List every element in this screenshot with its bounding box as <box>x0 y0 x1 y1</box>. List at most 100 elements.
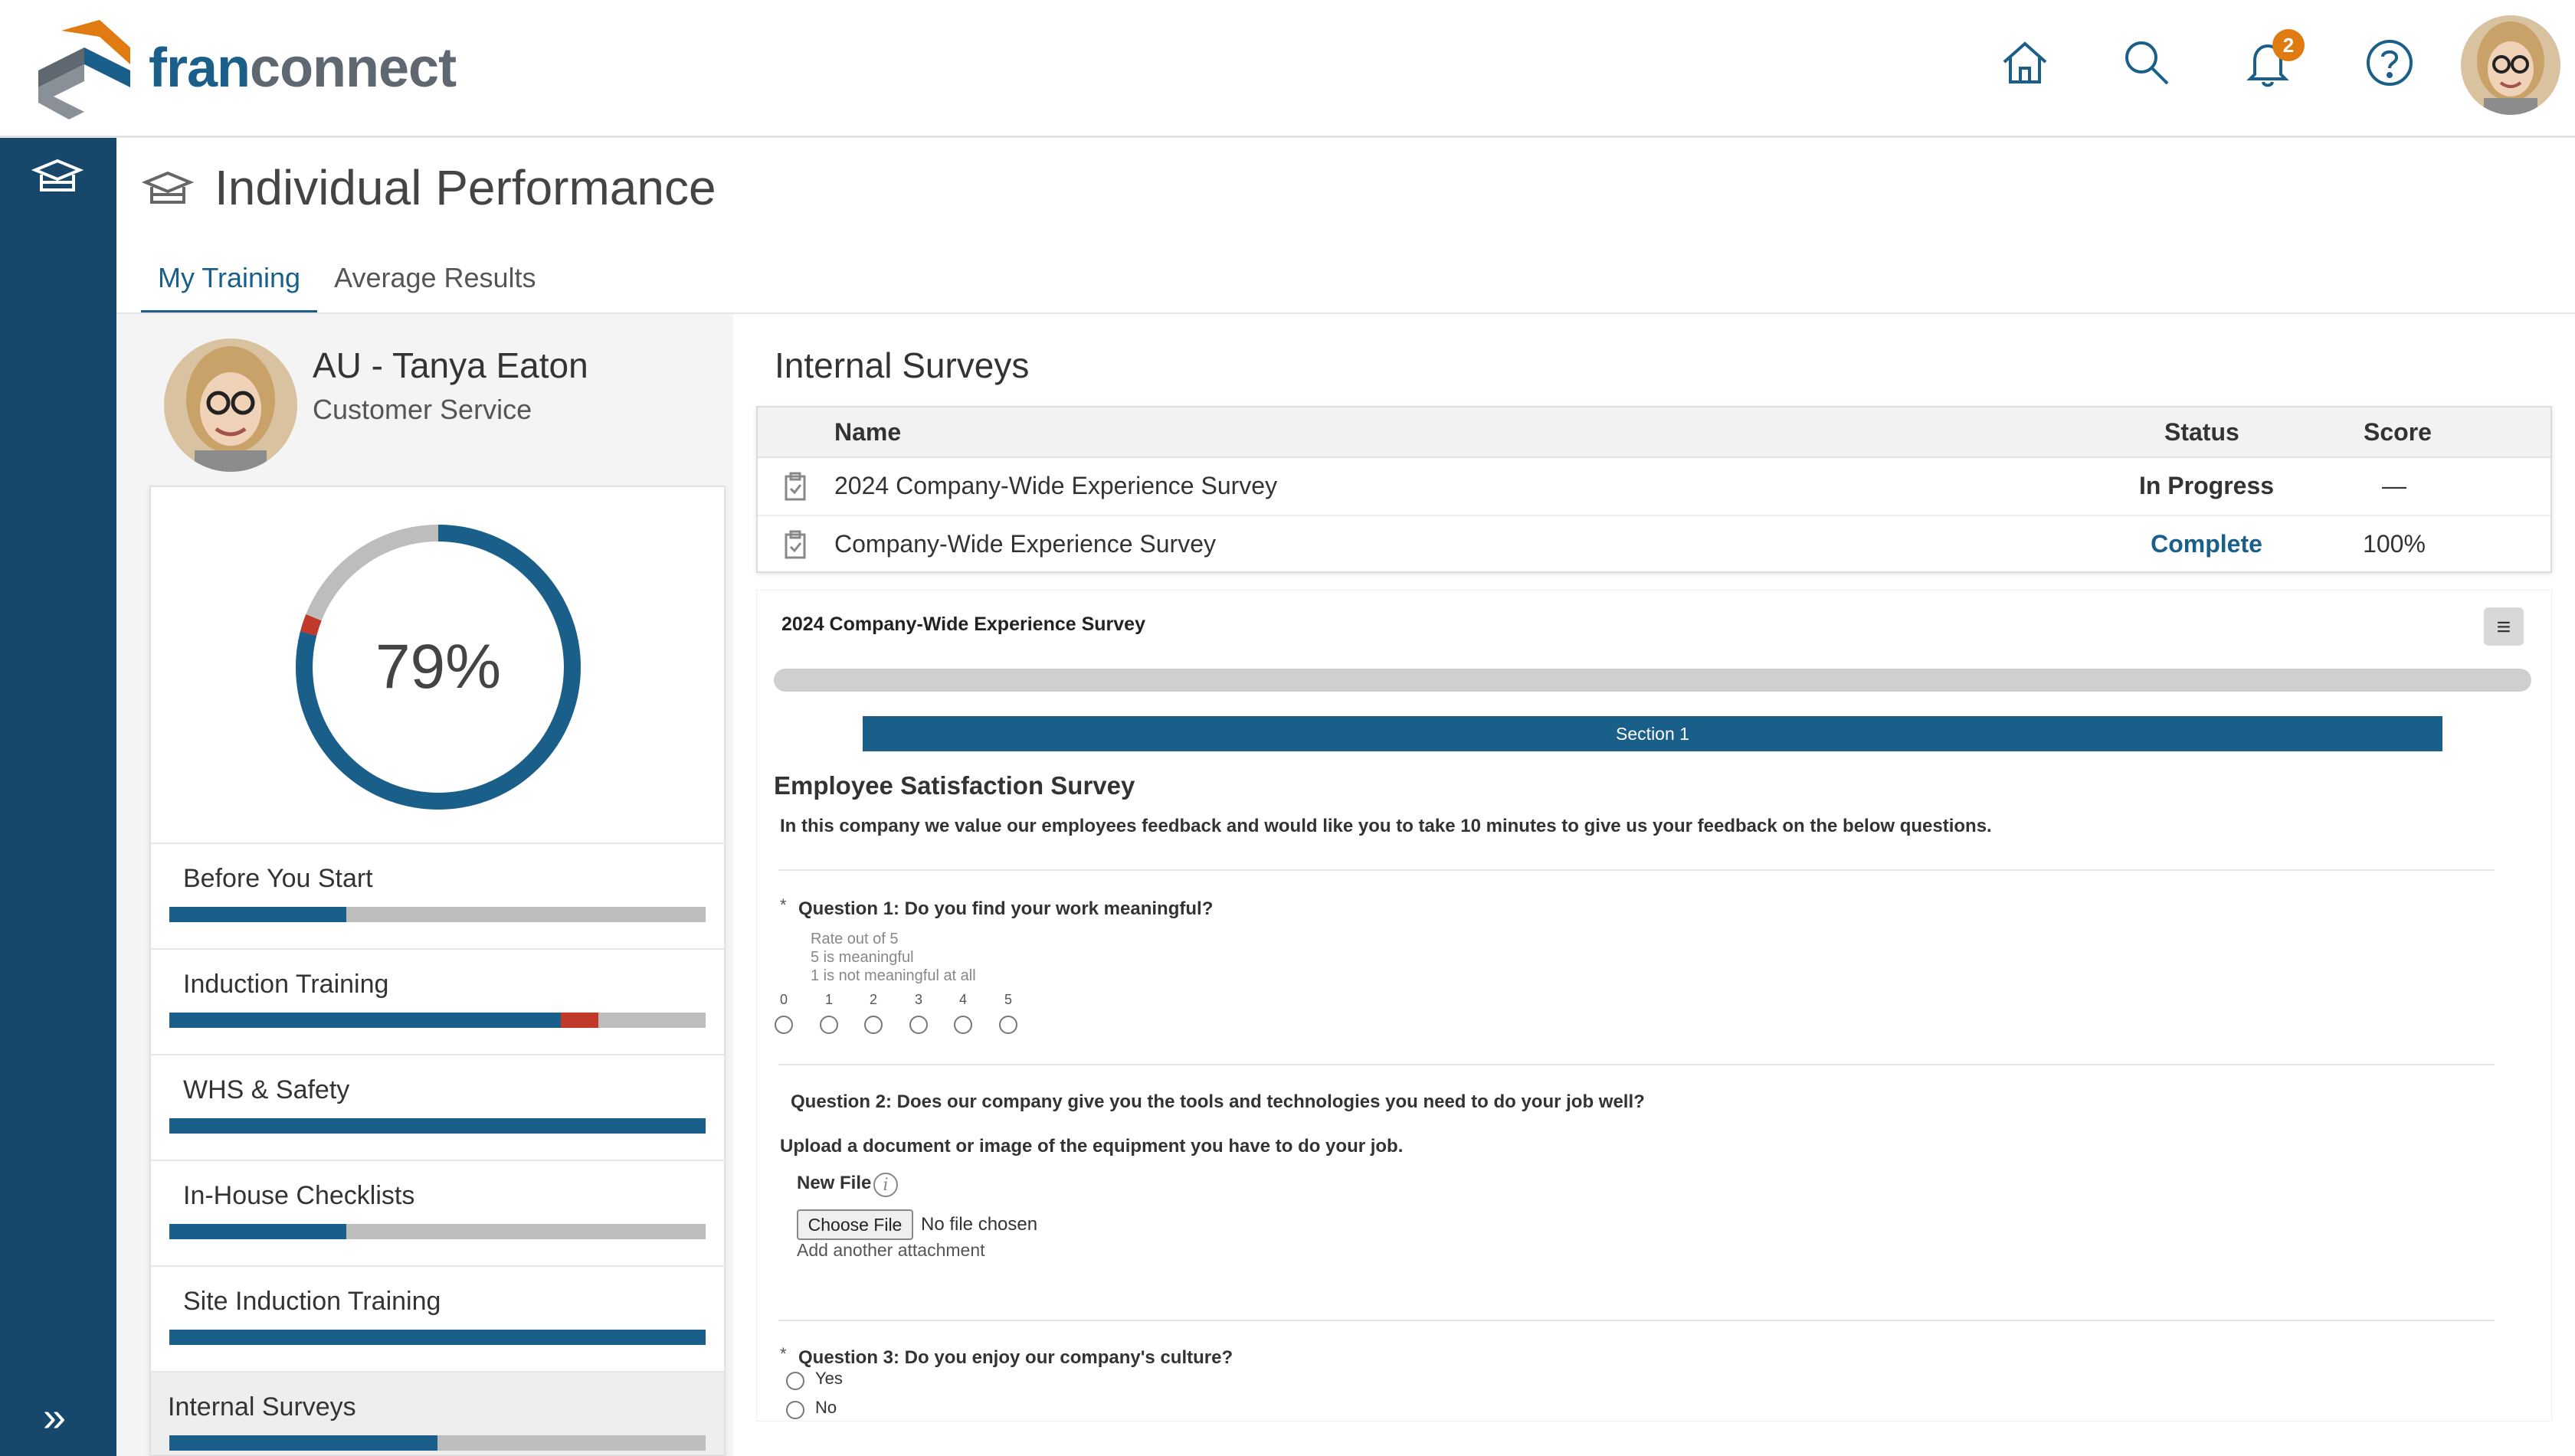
training-hat-icon <box>141 167 195 213</box>
logo-wordmark: franconnect <box>149 38 457 99</box>
required-marker: * <box>780 895 787 914</box>
page-title: Individual Performance <box>215 160 716 215</box>
survey-status: In Progress <box>2138 472 2275 499</box>
section-title: Internal Surveys <box>775 345 1030 385</box>
section-header-bar[interactable]: Section 1 <box>863 716 2442 751</box>
divider <box>778 1064 2495 1065</box>
scale-label: 3 <box>914 992 922 1007</box>
module-progress-bar <box>169 1224 706 1239</box>
logo-mark-icon <box>38 20 130 119</box>
franconnect-logo[interactable]: franconnect <box>31 17 460 119</box>
survey-menu-button[interactable]: ≡ <box>2484 607 2524 646</box>
option-no-radio[interactable] <box>786 1401 804 1419</box>
module-name: WHS & Safety <box>183 1075 350 1104</box>
file-status-text: No file chosen <box>921 1214 1038 1235</box>
survey-form-title: 2024 Company-Wide Experience Survey <box>781 613 1145 635</box>
option-yes-radio[interactable] <box>786 1372 804 1390</box>
progress-fill <box>169 1013 561 1028</box>
module-name: Before You Start <box>183 864 373 893</box>
rating-radio-2[interactable] <box>864 1016 883 1034</box>
learner-name: AU - Tanya Eaton <box>313 345 588 385</box>
surveys-table: Name Status Score 2024 Company-Wide Expe… <box>756 406 2552 573</box>
module-progress-bar <box>169 1330 706 1345</box>
divider <box>778 869 2495 871</box>
progress-fill <box>169 1330 706 1345</box>
add-attachment-link[interactable]: Add another attachment <box>797 1240 985 1261</box>
left-nav-rail: » <box>0 138 116 1456</box>
overall-progress-percent: 79% <box>375 632 502 702</box>
module-progress-bar <box>169 907 706 922</box>
module-name: Site Induction Training <box>183 1287 441 1316</box>
module-row[interactable]: Before You Start <box>151 843 724 948</box>
module-row-selected[interactable]: Internal Surveys <box>151 1371 724 1454</box>
module-name: Induction Training <box>183 970 389 999</box>
module-progress-bar <box>169 1013 706 1028</box>
scale-label: 2 <box>869 992 877 1007</box>
divider <box>778 1320 2495 1321</box>
learner-avatar <box>164 339 297 472</box>
survey-heading: Employee Satisfaction Survey <box>774 771 1135 800</box>
module-row[interactable]: Induction Training <box>151 948 724 1054</box>
question-1-hint: 5 is meaningful <box>811 949 914 966</box>
scale-label: 5 <box>1004 992 1012 1007</box>
question-1-label: Question 1: Do you find your work meanin… <box>798 898 1214 919</box>
scale-label: 0 <box>779 992 788 1007</box>
option-yes-label: Yes <box>815 1369 843 1388</box>
training-progress-card: 79% Before You Start Induction Training … <box>149 486 726 1456</box>
table-header: Name Status Score <box>758 407 2550 458</box>
survey-form-pane: 2024 Company-Wide Experience Survey ≡ Se… <box>756 590 2552 1422</box>
scale-label: 1 <box>824 992 833 1007</box>
notifications-bell-icon[interactable]: 2 <box>2237 29 2305 93</box>
column-header-score[interactable]: Score <box>2364 418 2432 447</box>
new-file-label: New File <box>797 1173 872 1193</box>
top-header: franconnect 2 <box>0 0 2575 138</box>
info-icon[interactable]: i <box>873 1173 898 1197</box>
home-icon[interactable] <box>1994 32 2056 93</box>
choose-file-button[interactable]: Choose File <box>797 1209 913 1240</box>
column-header-status[interactable]: Status <box>2164 418 2239 447</box>
question-1-hint: 1 is not meaningful at all <box>811 967 976 984</box>
table-row[interactable]: 2024 Company-Wide Experience Survey In P… <box>758 458 2550 516</box>
question-2-label: Question 2: Does our company give you th… <box>791 1091 1645 1112</box>
training-hat-icon[interactable] <box>31 155 84 201</box>
module-progress-bar <box>169 1435 706 1451</box>
survey-intro: In this company we value our employees f… <box>780 816 1992 836</box>
module-row[interactable]: In-House Checklists <box>151 1160 724 1265</box>
column-header-name[interactable]: Name <box>834 418 901 447</box>
survey-score: — <box>2382 472 2406 499</box>
survey-clipboard-icon <box>784 472 807 501</box>
module-name: In-House Checklists <box>183 1181 415 1210</box>
module-progress-bar <box>169 1118 706 1134</box>
learner-role: Customer Service <box>313 394 532 425</box>
survey-name[interactable]: 2024 Company-Wide Experience Survey <box>834 472 1277 500</box>
question-1-hint: Rate out of 5 <box>811 931 899 947</box>
question-3-label: Question 3: Do you enjoy our company's c… <box>798 1347 1233 1368</box>
tab-my-training[interactable]: My Training <box>141 253 318 314</box>
progress-fill <box>169 1224 346 1239</box>
survey-name[interactable]: Company-Wide Experience Survey <box>834 530 1216 558</box>
expand-chevrons-icon[interactable]: » <box>43 1394 89 1440</box>
notifications-count-badge: 2 <box>2272 29 2305 61</box>
scale-label: 4 <box>958 992 967 1007</box>
survey-score: 100% <box>2363 530 2426 558</box>
tab-average-results[interactable]: Average Results <box>317 253 552 314</box>
question-2-subtext: Upload a document or image of the equipm… <box>780 1136 1404 1157</box>
user-avatar[interactable] <box>2461 15 2560 115</box>
search-icon[interactable] <box>2116 32 2177 93</box>
progress-fill <box>169 1118 706 1134</box>
module-row[interactable]: WHS & Safety <box>151 1054 724 1160</box>
rating-radio-0[interactable] <box>775 1016 793 1034</box>
table-row[interactable]: Company-Wide Experience Survey Complete … <box>758 516 2550 574</box>
module-name: Internal Surveys <box>168 1392 356 1422</box>
rating-radio-1[interactable] <box>820 1016 838 1034</box>
rating-radio-5[interactable] <box>999 1016 1017 1034</box>
progress-fill <box>169 1435 437 1451</box>
survey-status[interactable]: Complete <box>2134 530 2279 558</box>
rating-radio-3[interactable] <box>909 1016 928 1034</box>
rating-radio-4[interactable] <box>954 1016 972 1034</box>
help-icon[interactable] <box>2359 32 2420 93</box>
option-no-label: No <box>815 1398 837 1417</box>
module-row[interactable]: Site Induction Training <box>151 1265 724 1371</box>
survey-progress-track <box>774 669 2531 692</box>
required-marker: * <box>780 1344 787 1363</box>
